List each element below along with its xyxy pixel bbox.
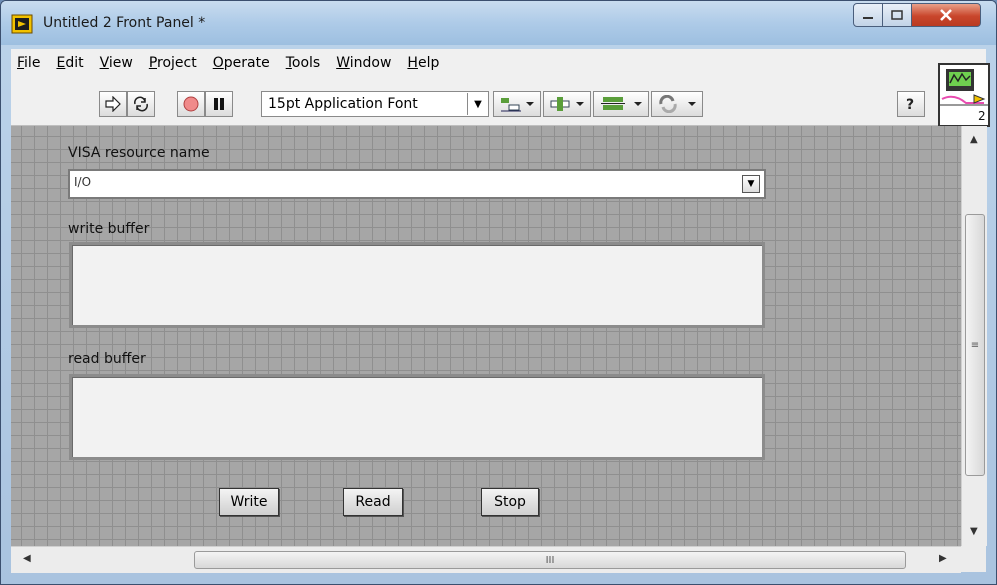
scroll-down-icon[interactable]: ▼ xyxy=(970,526,978,537)
write-button[interactable]: Write xyxy=(219,488,279,516)
font-selector[interactable]: 15pt Application Font ▼ xyxy=(261,91,489,117)
maximize-icon xyxy=(891,10,903,20)
scroll-right-icon[interactable]: ▶ xyxy=(939,553,947,564)
chevron-down-icon[interactable]: ▼ xyxy=(742,175,760,193)
abort-button[interactable] xyxy=(177,91,205,117)
scroll-left-icon[interactable]: ◀ xyxy=(23,553,31,564)
chevron-down-icon[interactable]: ▼ xyxy=(467,93,488,115)
visa-resource-control[interactable]: I/O ▼ xyxy=(68,169,766,199)
context-help-button[interactable]: ? xyxy=(897,91,925,117)
connector-pane-icon[interactable]: 2 xyxy=(938,63,990,127)
vi-icon: 2 xyxy=(940,69,988,123)
visa-io-icon: I/O xyxy=(74,175,92,189)
close-icon xyxy=(940,9,952,21)
menu-view[interactable]: View xyxy=(100,55,133,71)
vertical-scroll-thumb[interactable]: ≡ xyxy=(965,214,985,476)
distribute-objects-icon xyxy=(550,97,584,111)
horizontal-scroll-thumb[interactable]: III xyxy=(194,551,906,569)
title-bar[interactable]: Untitled 2 Front Panel * xyxy=(1,1,996,45)
run-arrow-icon xyxy=(105,96,121,112)
write-buffer-label: write buffer xyxy=(68,221,150,237)
scroll-up-icon[interactable]: ▲ xyxy=(970,134,978,145)
menu-tools[interactable]: Tools xyxy=(286,55,321,71)
svg-text:?: ? xyxy=(906,97,914,113)
stop-button[interactable]: Stop xyxy=(481,488,539,516)
align-objects-button[interactable] xyxy=(493,91,541,117)
resize-objects-icon xyxy=(601,97,642,110)
menu-edit[interactable]: Edit xyxy=(56,55,83,71)
read-buffer-input[interactable] xyxy=(69,374,765,460)
menu-operate[interactable]: Operate xyxy=(213,55,270,71)
run-continuously-button[interactable] xyxy=(127,91,155,117)
visa-resource-label: VISA resource name xyxy=(68,145,210,161)
write-buffer-input[interactable] xyxy=(69,242,765,328)
reorder-button[interactable] xyxy=(651,91,703,117)
close-button[interactable] xyxy=(911,3,981,27)
read-button[interactable]: Read xyxy=(343,488,403,516)
menu-window[interactable]: Window xyxy=(336,55,391,71)
minimize-button[interactable] xyxy=(853,3,883,27)
labview-window: Untitled 2 Front Panel * File Edit View … xyxy=(0,0,997,585)
run-button[interactable] xyxy=(99,91,127,117)
reorder-icon xyxy=(659,95,696,113)
minimize-icon xyxy=(863,17,873,19)
menu-project[interactable]: Project xyxy=(149,55,197,71)
menu-help[interactable]: Help xyxy=(407,55,439,71)
front-panel[interactable]: VISA resource name I/O ▼ write buffer re… xyxy=(11,126,961,546)
labview-app-icon xyxy=(11,14,33,34)
pause-icon xyxy=(214,98,224,110)
read-buffer-label: read buffer xyxy=(68,351,146,367)
menu-file[interactable]: File xyxy=(17,55,40,71)
font-selector-value: 15pt Application Font xyxy=(268,96,418,112)
resize-grip[interactable] xyxy=(961,546,986,572)
toolbar: 15pt Application Font ▼ ? xyxy=(11,77,986,126)
align-objects-icon xyxy=(501,98,534,112)
distribute-objects-button[interactable] xyxy=(543,91,591,117)
run-continuously-icon xyxy=(134,96,148,112)
horizontal-scrollbar[interactable]: ◀ III ▶ xyxy=(11,546,961,573)
help-icon: ? xyxy=(906,97,914,113)
pause-button[interactable] xyxy=(205,91,233,117)
resize-objects-button[interactable] xyxy=(593,91,649,117)
window-title: Untitled 2 Front Panel * xyxy=(43,15,206,31)
menu-bar: File Edit View Project Operate Tools Win… xyxy=(11,49,986,77)
vertical-scrollbar[interactable]: ▲ ≡ ▼ xyxy=(961,126,987,546)
connector-number: 2 xyxy=(978,109,986,123)
stop-circle-icon xyxy=(183,96,199,112)
maximize-button[interactable] xyxy=(882,3,912,27)
